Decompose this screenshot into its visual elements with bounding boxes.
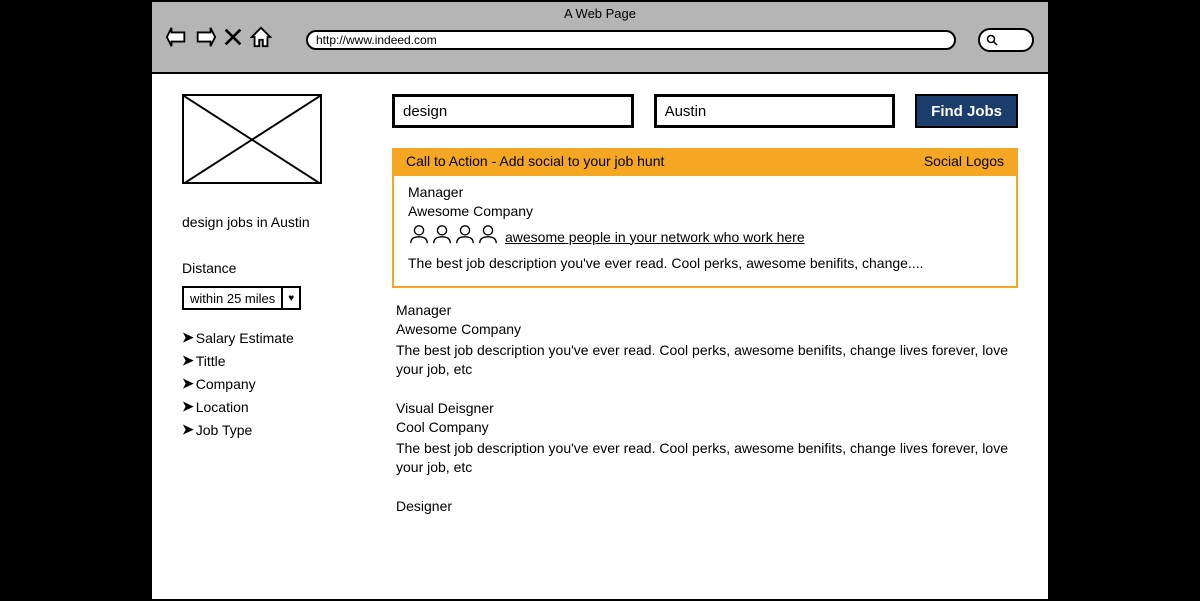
person-icon xyxy=(477,223,499,250)
filter-list: ➤Salary Estimate ➤Tittle ➤Company ➤Locat… xyxy=(182,326,362,441)
url-text: http://www.indeed.com xyxy=(316,33,437,47)
job-description: The best job description you've ever rea… xyxy=(396,439,1014,478)
browser-titlebar: A Web Page http://www.indeed.com xyxy=(152,2,1048,74)
cta-logos-label: Social Logos xyxy=(924,153,1004,169)
browser-nav-icons xyxy=(166,26,272,53)
featured-job-card[interactable]: Manager Awesome Company awesome people i… xyxy=(392,174,1018,288)
person-icon xyxy=(408,223,430,250)
url-input[interactable]: http://www.indeed.com xyxy=(306,30,956,50)
filter-company[interactable]: ➤Company xyxy=(182,372,362,395)
job-company: Awesome Company xyxy=(396,321,1014,337)
person-icon xyxy=(431,223,453,250)
job-company: Cool Company xyxy=(396,419,1014,435)
search-icon xyxy=(986,34,998,46)
distance-label: Distance xyxy=(182,260,362,276)
filter-location[interactable]: ➤Location xyxy=(182,395,362,418)
job-listing[interactable]: Visual Deisgner Cool Company The best jo… xyxy=(392,400,1018,478)
person-icon xyxy=(454,223,476,250)
browser-search[interactable] xyxy=(978,28,1034,52)
close-icon[interactable] xyxy=(222,26,244,53)
back-icon[interactable] xyxy=(166,26,188,53)
page-content: design jobs in Austin Distance within 25… xyxy=(152,74,1048,554)
distance-dropdown[interactable]: within 25 miles ♥ xyxy=(182,286,301,310)
filter-jobtype[interactable]: ➤Job Type xyxy=(182,418,362,441)
cta-banner[interactable]: Call to Action - Add social to your job … xyxy=(392,148,1018,174)
job-title: Manager xyxy=(396,302,1014,318)
job-company: Awesome Company xyxy=(408,203,1002,219)
network-link[interactable]: awesome people in your network who work … xyxy=(505,229,805,245)
dropdown-value: within 25 miles xyxy=(184,291,281,306)
search-row: design Austin Find Jobs xyxy=(392,94,1018,128)
avatar-group xyxy=(408,223,499,250)
job-title: Manager xyxy=(408,184,1002,200)
job-title: Visual Deisgner xyxy=(396,400,1014,416)
chevron-down-icon: ♥ xyxy=(281,288,299,308)
home-icon[interactable] xyxy=(250,26,272,53)
filter-title[interactable]: ➤Tittle xyxy=(182,349,362,372)
logo-placeholder xyxy=(182,94,322,184)
browser-window: A Web Page http://www.indeed.com xyxy=(150,0,1050,601)
main-column: design Austin Find Jobs Call to Action -… xyxy=(392,94,1018,534)
job-listing[interactable]: Designer xyxy=(392,498,1018,514)
job-listing[interactable]: Manager Awesome Company The best job des… xyxy=(392,302,1018,380)
job-description: The best job description you've ever rea… xyxy=(408,254,1002,274)
cta-text: Call to Action - Add social to your job … xyxy=(406,153,664,169)
location-input[interactable]: Austin xyxy=(654,94,896,128)
find-jobs-button[interactable]: Find Jobs xyxy=(915,94,1018,128)
results-heading: design jobs in Austin xyxy=(182,214,362,230)
page-title: A Web Page xyxy=(152,2,1048,21)
filter-salary[interactable]: ➤Salary Estimate xyxy=(182,326,362,349)
sidebar: design jobs in Austin Distance within 25… xyxy=(182,94,362,534)
job-description: The best job description you've ever rea… xyxy=(396,341,1014,380)
job-title: Designer xyxy=(396,498,1014,514)
network-row: awesome people in your network who work … xyxy=(408,223,1002,250)
forward-icon[interactable] xyxy=(194,26,216,53)
keyword-input[interactable]: design xyxy=(392,94,634,128)
